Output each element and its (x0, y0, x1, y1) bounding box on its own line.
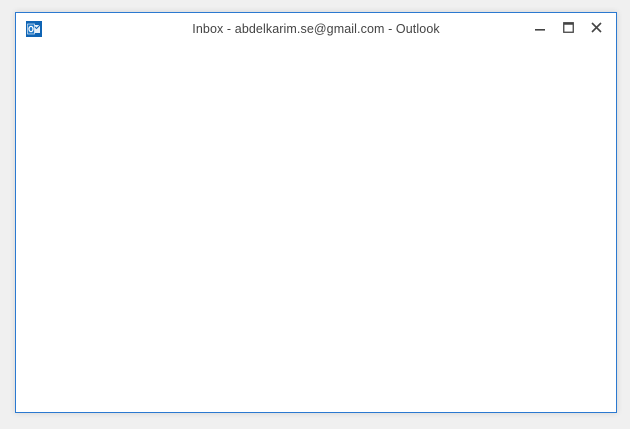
minimize-icon (535, 20, 545, 38)
window-controls (526, 19, 610, 39)
close-button[interactable] (582, 19, 610, 39)
maximize-icon (562, 20, 574, 38)
window-content (16, 45, 616, 412)
title-bar[interactable]: Inbox - abdelkarim.se@gmail.com - Outloo… (16, 13, 616, 45)
minimize-button[interactable] (526, 19, 554, 39)
outlook-icon[interactable] (26, 21, 42, 37)
maximize-button[interactable] (554, 19, 582, 39)
outlook-window: Inbox - abdelkarim.se@gmail.com - Outloo… (15, 12, 617, 413)
close-icon (590, 20, 602, 38)
